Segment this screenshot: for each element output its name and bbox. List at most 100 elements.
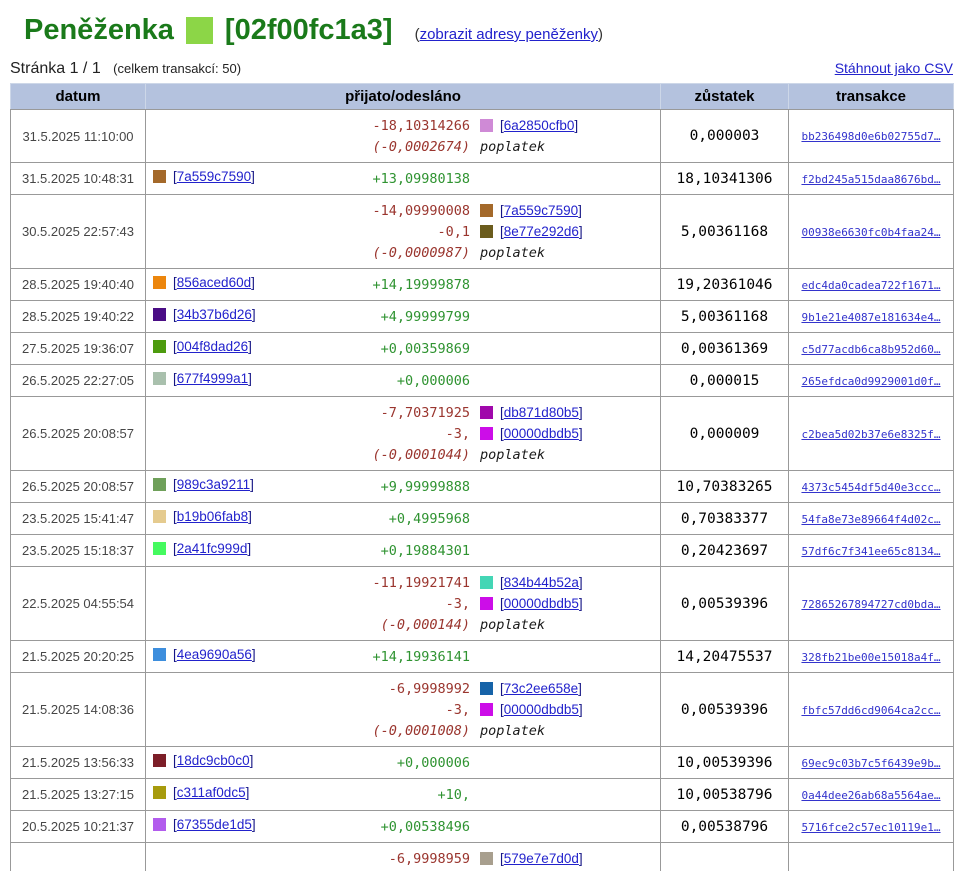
address-link[interactable]: 7a559c7590 [504,203,578,218]
bracket-close: ] [249,753,254,768]
amount-line: -6,9998992 [73c2ee658e] [152,678,654,699]
tx-cell: 54fa8e73e89664f4d02c… [788,502,954,535]
amount-cell: -7,70371925 [db871d80b5] -3, [00000dbdb5] (-… [145,396,661,471]
address-link[interactable]: 579e7e7d0d [504,851,579,866]
address-link[interactable]: b19b06fab8 [177,509,248,524]
address-link[interactable]: 00000dbdb5 [504,596,579,611]
address: [989c3a9211] [153,477,254,492]
transactions-body: 31.5.2025 11:10:00 -18,10314266 [6a2850cf… [10,109,954,871]
tx-cell: 9b1e21e4087e181634e4… [788,300,954,333]
transaction-count: (celkem transakcí: 50) [113,61,242,76]
amount-value: +10, [437,786,470,803]
lines: -18,10314266 [6a2850cfb0] (-0,0002674) popl… [152,115,654,157]
transaction-link[interactable]: fbfc57dd6cd9064ca2cc… [801,704,940,717]
transaction-link[interactable]: 54fa8e73e89664f4d02c… [801,513,940,526]
address-link[interactable]: 18dc9cb0c0 [177,753,250,768]
transaction-link[interactable]: 4373c5454df5d40e3ccc… [801,481,940,494]
address: [00000dbdb5] [480,596,583,611]
transactions-table: datum přijato/odesláno zůstatek transakc… [10,83,954,871]
address-link[interactable]: 856aced60d [177,275,251,290]
address: [18dc9cb0c0] [153,753,253,768]
address-link[interactable]: 677f4999a1 [177,371,248,386]
address: [8e77e292d6] [480,224,583,239]
amount-cell: [677f4999a1] +0,000006 [145,364,661,397]
transaction-link[interactable]: 69ec9c03b7c5f6439e9b… [801,757,940,770]
amount-cell: -14,09990008 [7a559c7590] -0,1 [8e77e292d6]… [145,194,661,269]
address-color-icon [153,308,166,321]
transaction-link[interactable]: bb236498d0e6b02755d7… [801,130,940,143]
balance-cell: 0,000015 [660,364,789,397]
address-link[interactable]: 73c2ee658e [504,681,578,696]
address-link[interactable]: db871d80b5 [504,405,579,420]
date-cell: 22.5.2025 04:55:54 [10,566,146,641]
bracket-close: ] [578,851,583,866]
tx-cell: 00938e6630fc0b4faa24… [788,194,954,269]
date-cell: 21.5.2025 13:56:33 [10,746,146,779]
transaction-link[interactable]: f2bd245a515daa8676bd… [801,173,940,186]
download-csv-link[interactable]: Stáhnout jako CSV [835,60,953,76]
address: [00000dbdb5] [480,426,583,441]
address-link[interactable]: 004f8dad26 [177,339,248,354]
address-color-icon [153,648,166,661]
bracket-close: ] [251,647,256,662]
amount-cell: [856aced60d] +14,19999878 [145,268,661,301]
amount-value: -11,19921741 [372,574,470,591]
transaction-link[interactable]: 57df6c7f341ee65c8134… [801,545,940,558]
date-cell [10,842,146,871]
amount-line: -6,9998959 [579e7e7d0d] [152,848,654,869]
transaction-row: 21.5.2025 13:27:15 [c311af0dc5] +10, 10,0… [10,778,954,811]
show-addresses-link[interactable]: zobrazit adresy peněženky [420,26,598,43]
transaction-link[interactable]: 0a44dee26ab68a5564ae… [801,789,940,802]
column-header-date: datum [10,83,146,110]
address-link[interactable]: 2a41fc999d [177,541,248,556]
address-link[interactable]: 7a559c7590 [177,169,251,184]
transaction-link[interactable]: 5716fce2c57ec10119e1… [801,821,940,834]
transaction-link[interactable]: 72865267894727cd0bda… [801,598,940,611]
transaction-link[interactable]: 00938e6630fc0b4faa24… [801,226,940,239]
amount-value: +0,00538496 [380,818,470,835]
amount-value: +0,00359869 [380,340,470,357]
address-link[interactable]: 6a2850cfb0 [504,118,575,133]
date-cell: 26.5.2025 22:27:05 [10,364,146,397]
transaction-link[interactable]: c5d77acdb6ca8b952d60… [801,343,940,356]
address: [7a559c7590] [480,203,582,218]
column-header-amount: přijato/odesláno [145,83,661,110]
address-link[interactable]: 8e77e292d6 [504,224,579,239]
transaction-link[interactable]: 265efdca0d9929001d0f… [801,375,940,388]
amount-line: (-0,0002674) poplatek [152,136,654,157]
transaction-row: 31.5.2025 11:10:00 -18,10314266 [6a2850cf… [10,109,954,163]
amount-line: [c311af0dc5] +10, [152,784,654,805]
transaction-row: 23.5.2025 15:18:37 [2a41fc999d] +0,198843… [10,534,954,567]
amount-line: (-0,0000987) poplatek [152,242,654,263]
address-link[interactable]: 989c3a9211 [177,477,250,492]
amount-line: [b19b06fab8] +0,4995968 [152,508,654,529]
address-link[interactable]: 4ea9690a56 [177,647,252,662]
address-color-icon [153,818,166,831]
date-cell: 23.5.2025 15:18:37 [10,534,146,567]
wallet-id: [02f00fc1a3] [224,14,393,46]
address: [4ea9690a56] [153,647,256,662]
address-link[interactable]: 834b44b52a [504,575,579,590]
address-link[interactable]: c311af0dc5 [177,785,246,800]
transaction-row: 26.5.2025 20:08:57 [989c3a9211] +9,999998… [10,470,954,503]
transaction-link[interactable]: edc4da0cadea722f1671… [801,279,940,292]
tx-cell: 4373c5454df5d40e3ccc… [788,470,954,503]
table-header-row: datum přijato/odesláno zůstatek transakc… [10,83,954,110]
transaction-row: 30.5.2025 22:57:43 -14,09990008 [7a559c75… [10,194,954,269]
amount-value: -3, [445,425,470,442]
bracket-close: ] [578,596,583,611]
transaction-link[interactable]: 328fb21be00e15018a4f… [801,651,940,664]
amount-cell: -11,19921741 [834b44b52a] -3, [00000dbdb5] (… [145,566,661,641]
amount-cell: [989c3a9211] +9,99999888 [145,470,661,503]
balance-cell: 10,00539396 [660,746,789,779]
tx-cell: bb236498d0e6b02755d7… [788,109,954,163]
pagination-info: Stránka 1 / 1 (celkem transakcí: 50) [10,60,241,78]
tx-cell: 72865267894727cd0bda… [788,566,954,641]
address-link[interactable]: 34b37b6d26 [177,307,252,322]
amount-line: [67355de1d5] +0,00538496 [152,816,654,837]
address-link[interactable]: 00000dbdb5 [504,702,579,717]
address-link[interactable]: 00000dbdb5 [504,426,579,441]
address-link[interactable]: 67355de1d5 [177,817,252,832]
transaction-link[interactable]: c2bea5d02b37e6e8325f… [801,428,940,441]
transaction-link[interactable]: 9b1e21e4087e181634e4… [801,311,940,324]
